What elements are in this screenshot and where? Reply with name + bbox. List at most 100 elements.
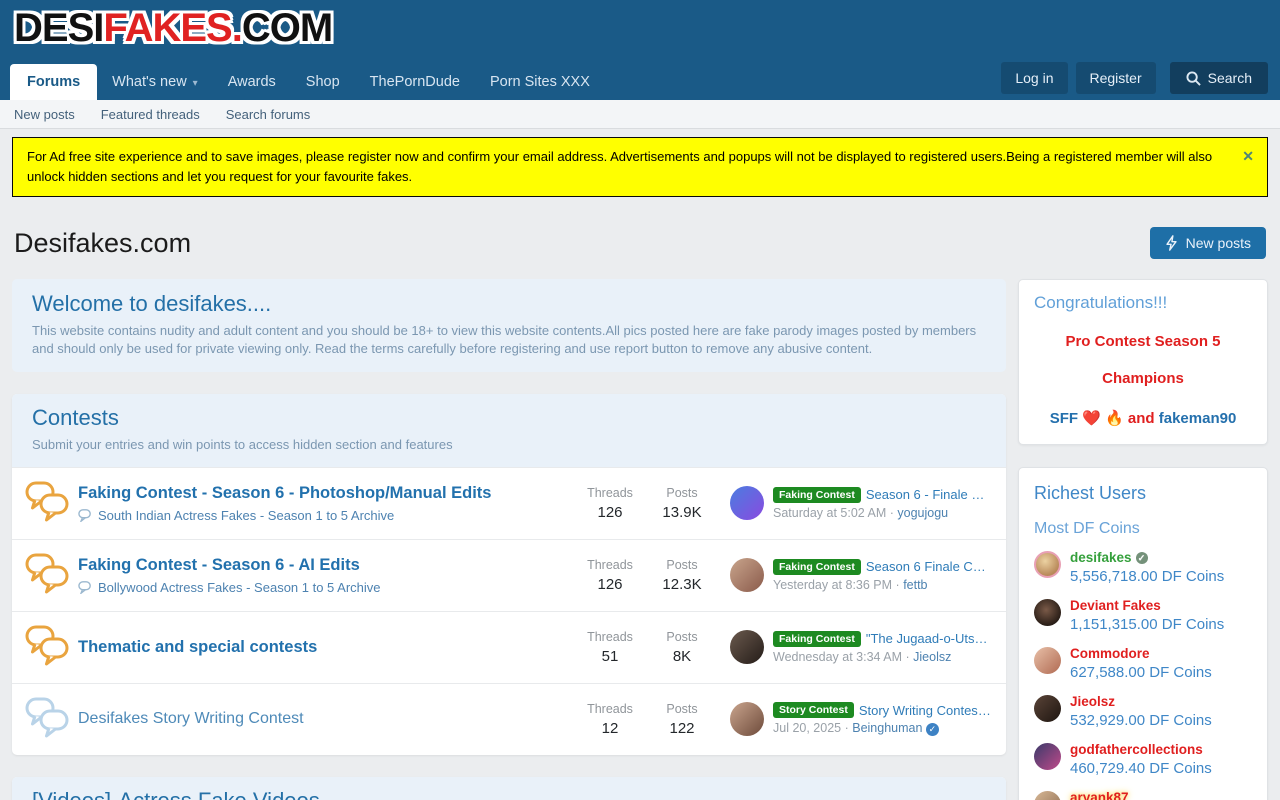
sub-forum-icon bbox=[78, 581, 92, 594]
register-button[interactable]: Register bbox=[1076, 62, 1156, 94]
winner-link[interactable]: SFF bbox=[1050, 410, 1078, 427]
posts-stat: Posts122 bbox=[646, 702, 718, 737]
richest-user-row: Jieolsz532,929.00 DF Coins bbox=[1034, 694, 1252, 729]
section-videos: [Videos]-Actress Fake Videos All actress… bbox=[12, 777, 1006, 800]
avatar[interactable] bbox=[730, 702, 764, 736]
user-coins: 5,556,718.00 DF Coins bbox=[1070, 568, 1224, 585]
richest-user-name[interactable]: godfathercollections bbox=[1070, 742, 1212, 757]
heart-fire-emoji: ❤️ 🔥 bbox=[1082, 410, 1124, 427]
last-thread-link[interactable]: Season 6 Finale Chall... bbox=[866, 559, 992, 574]
avatar[interactable] bbox=[1034, 743, 1061, 770]
threads-stat: Threads126 bbox=[574, 558, 646, 593]
richest-user-name[interactable]: aryank87 bbox=[1070, 790, 1212, 800]
last-post-user[interactable]: yogujogu bbox=[897, 506, 948, 520]
last-thread-link[interactable]: Story Writing Contest ... bbox=[859, 703, 992, 718]
sub-forum-link[interactable]: South Indian Actress Fakes - Season 1 to… bbox=[98, 508, 394, 523]
thread-badge: Faking Contest bbox=[773, 487, 861, 503]
avatar[interactable] bbox=[1034, 791, 1061, 800]
richest-users-title: Richest Users bbox=[1034, 483, 1252, 504]
notice-banner: For Ad free site experience and to save … bbox=[12, 137, 1268, 197]
richest-user-name[interactable]: Jieolsz bbox=[1070, 694, 1212, 709]
most-df-coins-subtitle: Most DF Coins bbox=[1034, 520, 1252, 538]
forum-title[interactable]: Thematic and special contests bbox=[78, 638, 566, 657]
search-button-label: Search bbox=[1208, 70, 1252, 86]
logo-com: COM bbox=[242, 6, 332, 50]
richest-user-row: desifakes✓ 5,556,718.00 DF Coins bbox=[1034, 550, 1252, 585]
avatar[interactable] bbox=[1034, 599, 1061, 626]
sub-forum-link[interactable]: Bollywood Actress Fakes - Season 1 to 5 … bbox=[98, 580, 381, 595]
forum-row: Thematic and special contests Threads51 … bbox=[12, 611, 1006, 683]
welcome-block: Welcome to desifakes.... This website co… bbox=[12, 279, 1006, 372]
close-icon[interactable]: ✕ bbox=[1242, 146, 1254, 168]
site-header: DESIFAKES.COM Forums What's new▾ Awards … bbox=[0, 0, 1280, 100]
richest-user-row: Commodore 627,588.00 DF Coins bbox=[1034, 646, 1252, 681]
richest-user-name[interactable]: Deviant Fakes bbox=[1070, 598, 1224, 613]
posts-stat: Posts12.3K bbox=[646, 558, 718, 593]
section-subtitle: Submit your entries and win points to ac… bbox=[32, 436, 986, 454]
forum-title[interactable]: Faking Contest - Season 6 - AI Edits bbox=[78, 556, 566, 575]
last-post-time: Jul 20, 2025 · bbox=[773, 721, 849, 735]
forum-row: Faking Contest - Season 6 - AI Edits Bol… bbox=[12, 539, 1006, 611]
subnav-new-posts[interactable]: New posts bbox=[14, 107, 75, 122]
posts-count: 122 bbox=[646, 720, 718, 737]
section-title[interactable]: [Videos]-Actress Fake Videos bbox=[32, 788, 986, 800]
posts-count: 8K bbox=[646, 648, 718, 665]
avatar[interactable] bbox=[730, 486, 764, 520]
welcome-body: This website contains nudity and adult c… bbox=[32, 322, 986, 357]
tab-whats-new-label: What's new bbox=[112, 74, 187, 90]
subnav-featured-threads[interactable]: Featured threads bbox=[101, 107, 200, 122]
richest-user-name[interactable]: desifakes✓ bbox=[1070, 550, 1224, 565]
new-posts-button-label: New posts bbox=[1186, 235, 1251, 251]
user-coins: 1,151,315.00 DF Coins bbox=[1070, 616, 1224, 633]
avatar[interactable] bbox=[730, 558, 764, 592]
new-posts-button[interactable]: New posts bbox=[1150, 227, 1266, 259]
last-post-user[interactable]: fettb bbox=[903, 578, 927, 592]
site-logo[interactable]: DESIFAKES.COM bbox=[14, 4, 332, 52]
forum-row: Desifakes Story Writing Contest Threads1… bbox=[12, 683, 1006, 755]
search-button[interactable]: Search bbox=[1170, 62, 1268, 94]
last-thread-link[interactable]: Season 6 - Finale Cha... bbox=[866, 487, 992, 502]
forum-chat-icon bbox=[24, 623, 70, 667]
threads-count: 126 bbox=[574, 576, 646, 593]
sub-nav: New posts Featured threads Search forums bbox=[0, 100, 1280, 129]
tab-shop[interactable]: Shop bbox=[291, 64, 355, 100]
verified-badge-icon: ✓ bbox=[926, 723, 939, 736]
avatar[interactable] bbox=[730, 630, 764, 664]
thread-badge: Faking Contest bbox=[773, 631, 861, 647]
winner-link[interactable]: fakeman90 bbox=[1159, 410, 1237, 427]
tab-awards[interactable]: Awards bbox=[213, 64, 291, 100]
congrats-line: Champions bbox=[1034, 370, 1252, 387]
lightning-bolt-icon bbox=[1165, 235, 1178, 251]
last-thread-link[interactable]: "The Jugaad-o-Utsav... bbox=[866, 631, 992, 646]
last-post-user[interactable]: Beinghuman bbox=[852, 721, 922, 735]
congrats-winners: SFF ❤️ 🔥 and fakeman90 bbox=[1034, 409, 1252, 427]
forum-chat-icon bbox=[24, 695, 70, 739]
tab-whats-new[interactable]: What's new ▾ bbox=[97, 64, 213, 100]
last-post-time: Saturday at 5:02 AM · bbox=[773, 506, 894, 520]
verified-badge-icon: ✓ bbox=[1136, 552, 1148, 564]
avatar[interactable] bbox=[1034, 695, 1061, 722]
tab-theporndude[interactable]: ThePornDude bbox=[355, 64, 475, 100]
forum-chat-icon bbox=[24, 479, 70, 523]
richest-user-name[interactable]: Commodore bbox=[1070, 646, 1212, 661]
login-button[interactable]: Log in bbox=[1001, 62, 1067, 94]
tab-porn-sites-xxx[interactable]: Porn Sites XXX bbox=[475, 64, 605, 100]
avatar[interactable] bbox=[1034, 647, 1061, 674]
forum-title[interactable]: Desifakes Story Writing Contest bbox=[78, 710, 566, 728]
threads-count: 12 bbox=[574, 720, 646, 737]
congrats-title: Congratulations!!! bbox=[1034, 293, 1252, 313]
user-coins: 627,588.00 DF Coins bbox=[1070, 664, 1212, 681]
section-title[interactable]: Contests bbox=[32, 405, 986, 431]
avatar[interactable] bbox=[1034, 551, 1061, 578]
sub-forum-icon bbox=[78, 509, 92, 522]
user-coins: 460,729.40 DF Coins bbox=[1070, 760, 1212, 777]
forum-title[interactable]: Faking Contest - Season 6 - Photoshop/Ma… bbox=[78, 484, 566, 503]
chevron-down-icon: ▾ bbox=[193, 78, 198, 89]
threads-stat: Threads51 bbox=[574, 630, 646, 665]
threads-count: 51 bbox=[574, 648, 646, 665]
page-title: Desifakes.com bbox=[14, 228, 191, 259]
tab-forums[interactable]: Forums bbox=[10, 64, 97, 100]
subnav-search-forums[interactable]: Search forums bbox=[226, 107, 311, 122]
last-post-user[interactable]: Jieolsz bbox=[913, 650, 951, 664]
forum-row: Faking Contest - Season 6 - Photoshop/Ma… bbox=[12, 467, 1006, 539]
